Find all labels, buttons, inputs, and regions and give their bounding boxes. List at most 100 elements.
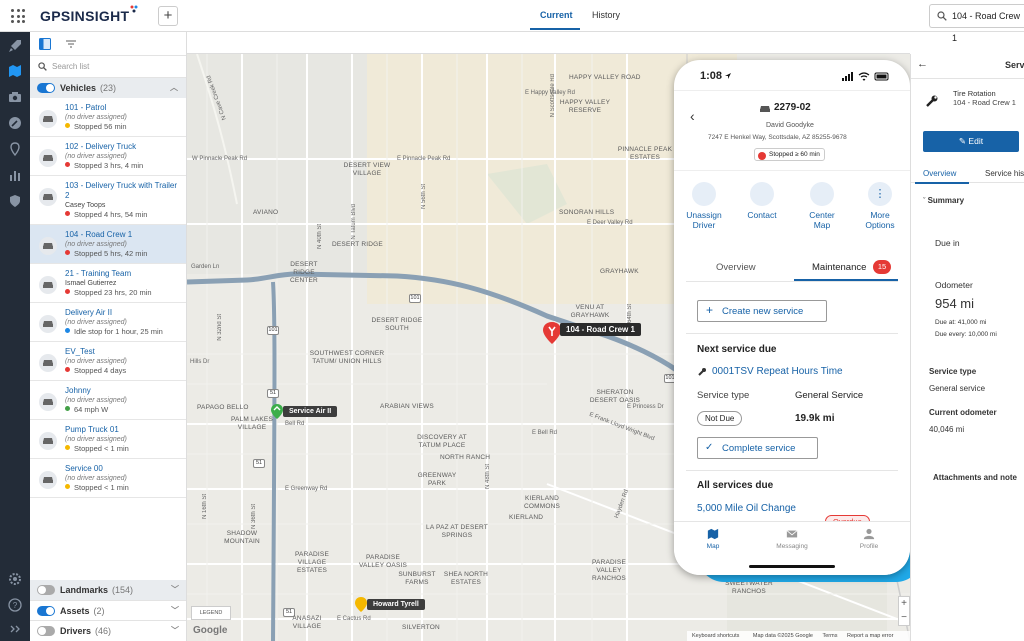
vehicle-name[interactable]: Pump Truck 01 xyxy=(65,425,182,435)
vehicle-list-item[interactable]: 103 - Delivery Truck with Trailer 2 Casey… xyxy=(30,176,186,225)
chevron-up-icon[interactable]: ︿ xyxy=(170,78,178,98)
vehicle-status: Stopped < 1 min xyxy=(65,444,182,454)
vehicle-driver: (no driver assigned) xyxy=(65,319,127,326)
vehicles-toggle[interactable] xyxy=(37,83,55,93)
vehicle-list-item[interactable]: Service 00 (no driver assigned) Stopped < … xyxy=(30,459,186,498)
pin-icon[interactable] xyxy=(8,142,22,156)
vehicle-list-item[interactable]: 101 - Patrol (no driver assigned) Stopped … xyxy=(30,98,186,137)
logo: GPSINSIGHT xyxy=(40,5,138,24)
reports-chart-icon[interactable] xyxy=(8,168,22,182)
road-label: E Pinnacle Peak Rd xyxy=(397,156,451,162)
assets-toggle[interactable] xyxy=(37,606,55,616)
status-dot-icon xyxy=(65,123,70,128)
vehicle-pin-howard[interactable] xyxy=(354,596,368,616)
gear-icon[interactable] xyxy=(8,572,22,586)
nav-messaging[interactable]: Messaging xyxy=(770,528,814,550)
vehicles-section-header[interactable]: Vehicles (23) ︿ xyxy=(30,78,186,98)
attribution-link[interactable]: Report a map error xyxy=(847,633,893,639)
tab-service-history[interactable]: Service his xyxy=(985,169,1024,178)
list-search-input[interactable]: Search list xyxy=(30,56,186,78)
help-icon[interactable]: ? xyxy=(8,598,22,612)
vehicle-name[interactable]: 21 - Training Team xyxy=(65,269,182,279)
expand-nav-icon[interactable] xyxy=(8,622,22,636)
drivers-section-header[interactable]: Drivers (46) ﹀ xyxy=(30,620,186,641)
vehicle-list-item[interactable]: EV_Test (no driver assigned) Stopped 4 day… xyxy=(30,342,186,381)
summary-heading[interactable]: ˇ Summary xyxy=(923,196,964,205)
filter-icon[interactable] xyxy=(65,38,77,50)
vehicle-list-item[interactable]: 21 - Training Team Ismael Gutierrez Stoppe… xyxy=(30,264,186,303)
center-map-button[interactable]: Center Map xyxy=(800,182,844,230)
tab-overview[interactable]: Overview xyxy=(716,262,756,273)
chevron-down-icon[interactable]: ﹀ xyxy=(171,621,179,641)
pin-label[interactable]: Service Air II xyxy=(283,406,338,417)
tab-current[interactable]: Current xyxy=(540,10,573,20)
edit-button[interactable]: ✎ Edit xyxy=(923,131,1019,152)
vehicle-name[interactable]: 104 - Road Crew 1 xyxy=(65,230,182,240)
back-arrow-icon[interactable]: ← xyxy=(917,58,928,70)
attachments-heading[interactable]: Attachments and note xyxy=(933,473,1017,482)
highway-shield: 101 xyxy=(267,326,279,335)
vehicle-list-item[interactable]: 102 - Delivery Truck (no driver assigned)… xyxy=(30,137,186,176)
area-label: HAPPY VALLEY ROAD xyxy=(569,74,641,81)
vehicle-name[interactable]: Service 00 xyxy=(65,464,182,474)
tab-overview[interactable]: Overview xyxy=(923,169,956,178)
contact-button[interactable]: Contact xyxy=(740,182,784,220)
status-dot-icon xyxy=(65,250,70,255)
vehicle-pin-road-crew[interactable] xyxy=(542,321,562,348)
vehicle-list-item[interactable]: Johnny (no driver assigned) 64 mph W xyxy=(30,381,186,420)
attribution-link[interactable]: Keyboard shortcuts xyxy=(692,633,739,639)
nav-profile[interactable]: Profile xyxy=(852,528,886,550)
landmarks-toggle[interactable] xyxy=(37,585,55,595)
camera-icon[interactable] xyxy=(8,90,22,104)
rocket-icon[interactable] xyxy=(8,39,22,53)
vehicle-list-item[interactable]: Delivery Air II (no driver assigned) Idle … xyxy=(30,303,186,342)
more-options-button[interactable]: ⋮ More Options xyxy=(858,182,902,230)
wrench-icon[interactable] xyxy=(8,116,22,130)
vehicle-name[interactable]: Johnny xyxy=(65,386,182,396)
landmarks-section-header[interactable]: Landmarks (154) ﹀ xyxy=(30,580,186,600)
panel-layout-icon[interactable] xyxy=(39,38,51,50)
vehicle-name[interactable]: 103 - Delivery Truck with Trailer 2 xyxy=(65,181,182,201)
add-tab-button[interactable]: + xyxy=(158,6,178,26)
vehicle-name[interactable]: 101 - Patrol xyxy=(65,103,182,113)
tab-maintenance[interactable]: Maintenance xyxy=(812,262,866,273)
vehicle-list-item[interactable]: Pump Truck 01 (no driver assigned) Stopped… xyxy=(30,420,186,459)
app-launcher-icon[interactable] xyxy=(11,9,25,23)
vehicle-name[interactable]: Delivery Air II xyxy=(65,308,182,318)
due-at: Due at: 41,000 mi xyxy=(935,319,987,326)
complete-service-button[interactable]: ✓ Complete service xyxy=(697,437,818,459)
global-search-input[interactable]: 104 - Road Crew 1 xyxy=(929,4,1024,43)
assets-section-header[interactable]: Assets (2) ﹀ xyxy=(30,600,186,621)
nav-map[interactable]: Map xyxy=(696,528,730,550)
zoom-control[interactable]: + − xyxy=(898,596,910,626)
unassign-driver-button[interactable]: Unassign Driver xyxy=(682,182,726,230)
status-dot-icon xyxy=(65,367,70,372)
pin-label[interactable]: 104 - Road Crew 1 xyxy=(560,323,641,336)
oil-change-link[interactable]: 5,000 Mile Oil Change xyxy=(697,503,797,517)
nav-label: Map xyxy=(706,543,720,550)
map-legend-button[interactable]: LEGEND xyxy=(191,606,231,620)
attribution-link[interactable]: Terms xyxy=(822,633,837,639)
status-text: Idle stop for 1 hour, 25 min xyxy=(74,327,163,336)
create-service-button[interactable]: + Create new service xyxy=(697,300,827,322)
back-chevron-icon[interactable]: ‹ xyxy=(690,108,695,124)
chevron-down-icon[interactable]: ﹀ xyxy=(171,601,179,621)
vehicle-list-item[interactable]: 104 - Road Crew 1 (no driver assigned) Sto… xyxy=(30,225,186,264)
vehicle-name[interactable]: 102 - Delivery Truck xyxy=(65,142,182,152)
truck-icon xyxy=(39,110,57,128)
pin-label[interactable]: Howard Tyrell xyxy=(367,599,425,610)
area-label: KIERLAND xyxy=(509,514,544,521)
road-label: E Princess Dr xyxy=(627,404,664,410)
shield-icon[interactable] xyxy=(8,194,22,208)
drivers-toggle[interactable] xyxy=(37,626,55,636)
tab-history[interactable]: History xyxy=(592,10,620,20)
left-nav: ? xyxy=(0,32,30,641)
area-label: PAPAGO BELLO xyxy=(197,404,249,411)
service-name-link[interactable]: 0001TSV Repeat Hours Time xyxy=(712,366,843,377)
vehicle-pin-service-air[interactable] xyxy=(270,403,284,423)
truck-icon xyxy=(39,471,57,489)
vehicle-name[interactable]: EV_Test xyxy=(65,347,182,357)
chevron-down-icon[interactable]: ﹀ xyxy=(171,580,179,600)
map-icon[interactable] xyxy=(8,64,22,78)
area-label: KIERLAND COMMONS xyxy=(523,495,561,510)
